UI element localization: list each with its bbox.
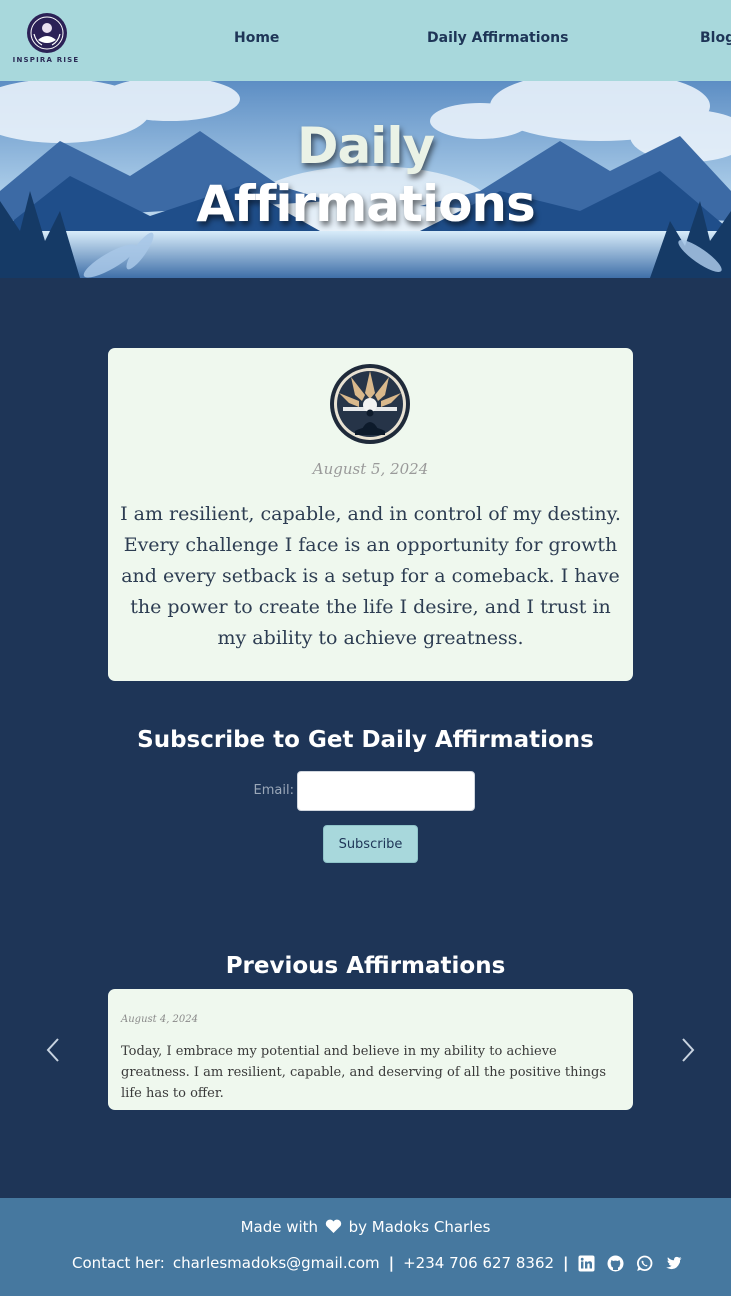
carousel-next-icon[interactable] xyxy=(679,1037,697,1063)
previous-affirmations-title: Previous Affirmations xyxy=(225,953,506,979)
affirmation-card: August 5, 2024 I am resilient, capable, … xyxy=(108,348,633,681)
footer-separator: | xyxy=(388,1254,395,1272)
subscribe-title: Subscribe to Get Daily Affirmations xyxy=(137,727,594,753)
contact-label: Contact her: xyxy=(72,1254,165,1272)
site-logo[interactable]: INSPIRA RISE xyxy=(10,12,82,68)
logo-mark-icon xyxy=(27,13,67,53)
linkedin-icon[interactable] xyxy=(578,1255,595,1272)
hero-banner: Daily Affirmations xyxy=(0,81,731,278)
made-suffix: by Madoks Charles xyxy=(348,1218,491,1236)
contact-email-link[interactable]: charlesmadoks@gmail.com xyxy=(173,1254,380,1272)
hero-title-line2: Affirmations xyxy=(196,175,536,233)
previous-affirmation-card: August 4, 2024 Today, I embrace my poten… xyxy=(108,989,633,1110)
email-input[interactable] xyxy=(297,771,475,811)
hero-title-line1: Daily xyxy=(296,117,435,175)
nav-blog[interactable]: Blog xyxy=(700,30,731,46)
contact-line: Contact her: charlesmadoks@gmail.com | +… xyxy=(72,1253,694,1273)
site-header: INSPIRA RISE Home Daily Affirmations Blo… xyxy=(0,0,731,81)
github-icon[interactable] xyxy=(607,1255,624,1272)
email-label: Email: xyxy=(253,783,294,798)
site-footer: Made with by Madoks Charles Contact her:… xyxy=(0,1198,731,1296)
nav-daily-affirmations[interactable]: Daily Affirmations xyxy=(427,30,568,46)
hero-title: Daily Affirmations xyxy=(0,117,731,233)
twitter-icon[interactable] xyxy=(665,1255,682,1272)
nav-home[interactable]: Home xyxy=(234,30,279,46)
previous-affirmation-date: August 4, 2024 xyxy=(121,1014,199,1025)
subscribe-button[interactable]: Subscribe xyxy=(323,825,418,863)
contact-phone-link[interactable]: +234 706 627 8362 xyxy=(403,1254,554,1272)
made-prefix: Made with xyxy=(240,1218,319,1236)
whatsapp-icon[interactable] xyxy=(636,1255,653,1272)
footer-separator-2: | xyxy=(563,1254,569,1272)
heart-icon xyxy=(325,1219,341,1233)
made-with-line: Made with by Madoks Charles xyxy=(0,1218,731,1236)
logo-text: INSPIRA RISE xyxy=(12,56,80,64)
previous-affirmation-text: Today, I embrace my potential and believ… xyxy=(121,1044,607,1101)
affirmation-text: I am resilient, capable, and in control … xyxy=(120,503,621,649)
affirmation-date: August 5, 2024 xyxy=(312,460,429,478)
carousel-prev-icon[interactable] xyxy=(44,1037,62,1063)
meditation-logo-icon xyxy=(330,364,410,444)
